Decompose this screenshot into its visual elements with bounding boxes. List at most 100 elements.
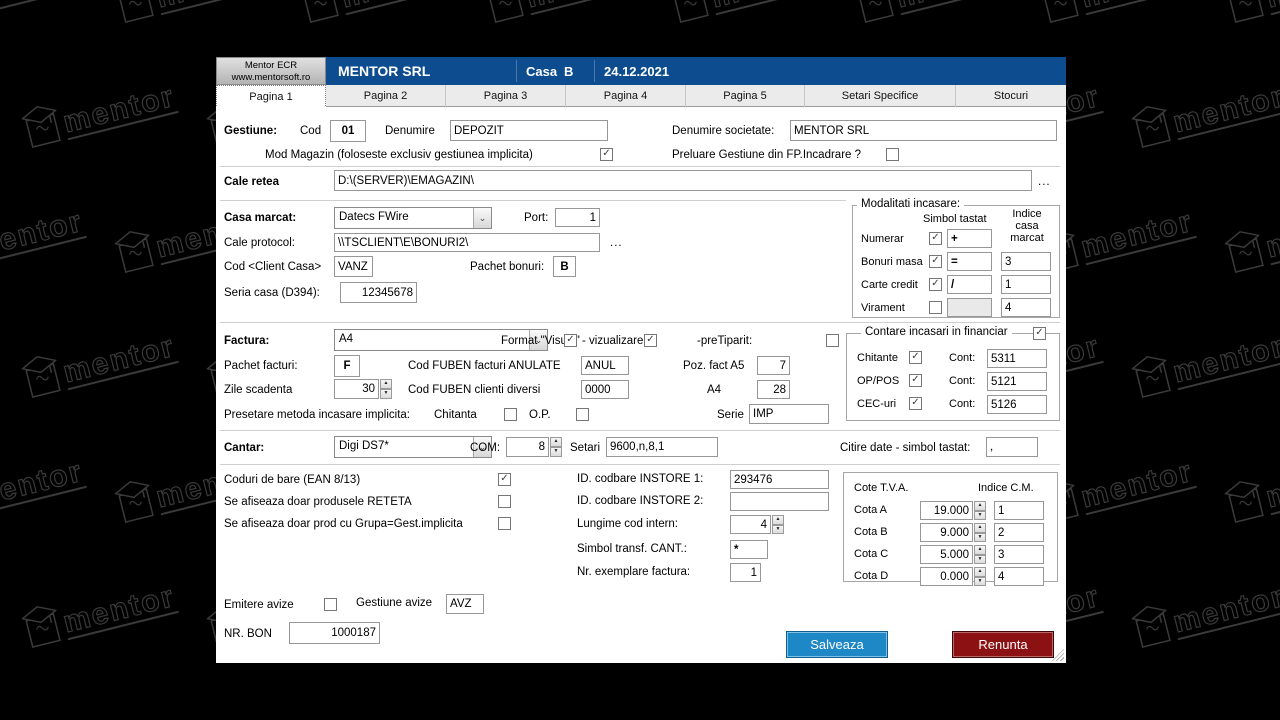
instore-1-input[interactable]: [730, 470, 829, 489]
spinner-up-icon[interactable]: ▲: [974, 545, 986, 555]
carte-credit-simbol-input[interactable]: [947, 275, 992, 294]
op-checkbox[interactable]: [576, 408, 589, 421]
chevron-down-icon[interactable]: ⌄: [473, 208, 491, 228]
salveaza-button[interactable]: Salveaza: [787, 632, 887, 657]
tab-stocuri[interactable]: Stocuri: [956, 85, 1066, 107]
spinner-down-icon[interactable]: ▼: [772, 525, 784, 535]
produse-reteta-checkbox[interactable]: [498, 495, 511, 508]
serie-input[interactable]: [749, 404, 829, 424]
pachet-bonuri-input[interactable]: [553, 256, 576, 277]
preluare-gestiune-checkbox[interactable]: [886, 148, 899, 161]
numerar-checkbox[interactable]: ✓: [929, 232, 942, 245]
lungime-cod-input[interactable]: [730, 515, 771, 534]
cale-retea-input[interactable]: [334, 170, 1032, 191]
spinner-down-icon[interactable]: ▼: [974, 577, 986, 587]
spinner-down-icon[interactable]: ▼: [974, 533, 986, 543]
tab-pagina-3[interactable]: Pagina 3: [446, 85, 566, 107]
fuben-anulate-input[interactable]: [581, 356, 629, 375]
spinner-up-icon[interactable]: ▲: [772, 515, 784, 525]
pretiparit-label: -preTiparit:: [697, 335, 752, 347]
cale-protocol-input[interactable]: [334, 233, 600, 252]
spinner-down-icon[interactable]: ▼: [974, 511, 986, 521]
tab-pagina-4[interactable]: Pagina 4: [566, 85, 686, 107]
cota-b-indice-input[interactable]: [994, 523, 1044, 542]
format-visual-checkbox[interactable]: ✓: [564, 334, 577, 347]
mod-magazin-checkbox[interactable]: ✓: [600, 148, 613, 161]
com-input[interactable]: [506, 437, 549, 457]
citire-date-input[interactable]: [986, 437, 1038, 457]
cota-d-input[interactable]: [920, 567, 973, 586]
cota-c-input[interactable]: [920, 545, 973, 564]
cota-a-indice-input[interactable]: [994, 501, 1044, 520]
denumire-societate-input[interactable]: [790, 120, 1057, 141]
chitante-checkbox[interactable]: ✓: [909, 351, 922, 364]
cota-d-indice-input[interactable]: [994, 567, 1044, 586]
virament-indice-input[interactable]: [1001, 298, 1051, 317]
pachet-facturi-input[interactable]: [334, 355, 360, 377]
pretiparit-checkbox[interactable]: [826, 334, 839, 347]
a4-input[interactable]: [757, 380, 790, 399]
tab-setari-specifice[interactable]: Setari Specifice: [805, 85, 956, 107]
cale-retea-browse-button[interactable]: ...: [1038, 176, 1051, 188]
spinner-up-icon[interactable]: ▲: [974, 567, 986, 577]
op-pos-cont-input[interactable]: [987, 372, 1047, 391]
nr-exemplare-input[interactable]: [730, 563, 761, 582]
bonuri-masa-indice-input[interactable]: [1001, 252, 1051, 271]
cale-protocol-browse-button[interactable]: ...: [610, 237, 623, 249]
lungime-cod-stepper: ▲▼: [730, 515, 784, 534]
poz-fact-a5-input[interactable]: [757, 356, 790, 375]
coduri-de-bare-checkbox[interactable]: ✓: [498, 473, 511, 486]
preluare-gestiune-label: Preluare Gestiune din FP.Incadrare ?: [672, 149, 861, 161]
spinner-down-icon[interactable]: ▼: [550, 447, 562, 457]
renunta-button[interactable]: Renunta: [953, 632, 1053, 657]
op-pos-checkbox[interactable]: ✓: [909, 374, 922, 387]
bonuri-masa-checkbox[interactable]: ✓: [929, 255, 942, 268]
spinner-up-icon[interactable]: ▲: [974, 501, 986, 511]
nr-bon-input[interactable]: [289, 622, 380, 644]
mentor-logo-watermark: mentor: [1222, 0, 1280, 25]
spinner-down-icon[interactable]: ▼: [974, 555, 986, 565]
spinner-up-icon[interactable]: ▲: [380, 379, 392, 389]
carte-credit-indice-input[interactable]: [1001, 275, 1051, 294]
cale-retea-label: Cale retea: [224, 176, 279, 188]
cod-input[interactable]: [330, 120, 366, 142]
simbol-tastat-header: Simbol tastat: [923, 213, 987, 225]
cod-client-casa-input[interactable]: [334, 256, 373, 277]
cantar-select[interactable]: Digi DS7* ⌄: [334, 436, 492, 458]
zile-scadenta-input[interactable]: [334, 379, 379, 399]
spinner-up-icon[interactable]: ▲: [974, 523, 986, 533]
vizualizare-checkbox[interactable]: ✓: [644, 334, 657, 347]
simbol-transf-input[interactable]: [730, 540, 768, 559]
cota-a-input[interactable]: [920, 501, 973, 520]
numerar-simbol-input[interactable]: [947, 229, 992, 248]
tab-pagina-5[interactable]: Pagina 5: [686, 85, 805, 107]
port-input[interactable]: [555, 208, 600, 227]
instore-2-input[interactable]: [730, 492, 829, 511]
tab-pagina-1[interactable]: Pagina 1: [216, 85, 326, 108]
mentor-ecr-launcher-button[interactable]: Mentor ECR www.mentorsoft.ro: [216, 57, 326, 85]
contare-incasari-checkbox[interactable]: ✓: [1033, 327, 1046, 340]
chitante-cont-input[interactable]: [987, 349, 1047, 368]
cec-uri-cont-input[interactable]: [987, 395, 1047, 414]
factura-format-value: A4: [335, 330, 529, 350]
spinner-up-icon[interactable]: ▲: [550, 437, 562, 447]
cota-b-input[interactable]: [920, 523, 973, 542]
fuben-diversi-input[interactable]: [581, 380, 629, 399]
bonuri-masa-simbol-input[interactable]: [947, 252, 992, 271]
virament-checkbox[interactable]: [929, 301, 942, 314]
resize-grip-icon[interactable]: [1052, 649, 1064, 661]
chitanta-checkbox[interactable]: [504, 408, 517, 421]
emitere-avize-checkbox[interactable]: [324, 598, 337, 611]
tab-pagina-2[interactable]: Pagina 2: [326, 85, 446, 107]
setari-input[interactable]: [606, 437, 718, 457]
mentor-logo-watermark: mentor: [1222, 197, 1280, 275]
cec-uri-checkbox[interactable]: ✓: [909, 397, 922, 410]
denumire-input[interactable]: [450, 120, 608, 141]
grupa-gest-implicita-checkbox[interactable]: [498, 517, 511, 530]
gestiune-avize-input[interactable]: [446, 594, 484, 614]
casa-marcat-select[interactable]: Datecs FWire ⌄: [334, 207, 492, 229]
spinner-down-icon[interactable]: ▼: [380, 389, 392, 399]
cota-c-indice-input[interactable]: [994, 545, 1044, 564]
carte-credit-checkbox[interactable]: ✓: [929, 278, 942, 291]
seria-casa-input[interactable]: [340, 282, 417, 303]
